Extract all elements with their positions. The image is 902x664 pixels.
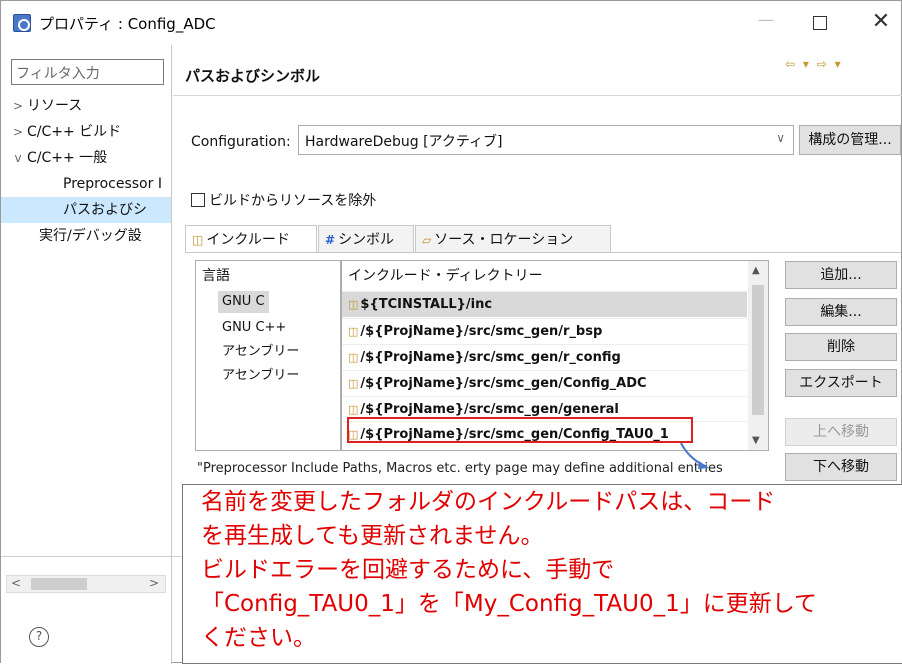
list-item[interactable]: GNU C — [218, 291, 269, 313]
annotation-text: 名前を変更したフォルダのインクルードパスは、コード を再生成しても更新されません… — [201, 489, 818, 651]
folder-icon: ◫ — [348, 351, 359, 364]
list-item[interactable]: ◫/${ProjName}/src/smc_gen/r_bsp — [342, 318, 747, 344]
move-up-button[interactable]: 上へ移動 — [785, 418, 897, 446]
list-item[interactable]: アセンブリー — [222, 365, 299, 387]
tree-item-label: 実行/デバッグ設 — [39, 228, 142, 244]
list-item[interactable]: ◫ ${TCINSTALL}/inc — [342, 291, 747, 317]
export-button[interactable]: エクスポート — [785, 369, 897, 397]
minimize-button[interactable]: — — [753, 10, 779, 34]
exclude-label: ビルドからリソースを除外 — [209, 193, 377, 209]
page-title: パスおよびシンボル — [185, 67, 321, 85]
delete-button[interactable]: 削除 — [785, 333, 897, 361]
scroll-up-icon[interactable]: ▲ — [752, 265, 760, 276]
title-bar: プロパティ : Config_ADC — ✕ — [1, 1, 901, 45]
tree-item-paths-symbols[interactable]: パスおよびシ — [1, 197, 171, 223]
move-down-button[interactable]: 下へ移動 — [785, 453, 897, 481]
configuration-select[interactable]: HardwareDebug [アクティブ] ∨ — [298, 125, 794, 155]
tree-item-label: リソース — [27, 98, 83, 114]
tab-label: ソース・ロケーション — [434, 232, 574, 248]
nav-arrows-icon[interactable]: ⇦ ▾ ⇨ ▾ — [785, 57, 843, 71]
dirs-header: インクルード・ディレクトリー — [348, 268, 543, 284]
tree-item-cc-build[interactable]: > C/C++ ビルド — [1, 119, 171, 145]
tree-item-cc-general[interactable]: v C/C++ 一般 — [1, 145, 171, 171]
scroll-thumb[interactable] — [31, 578, 87, 590]
dir-label: /${ProjName}/src/smc_gen/r_config — [360, 350, 621, 365]
scroll-right-icon[interactable]: > — [149, 576, 159, 590]
tree-item-label: C/C++ ビルド — [27, 124, 122, 140]
folder-icon: ◫ — [348, 377, 359, 390]
tab-source-location[interactable]: ▱ ソース・ロケーション — [415, 225, 611, 253]
folder-icon: ◫ — [348, 403, 359, 416]
properties-window: プロパティ : Config_ADC — ✕ フィルタ入力 > リソース > C/C… — [0, 0, 902, 664]
folder-icon: ◫ — [348, 298, 359, 311]
window-title: プロパティ : Config_ADC — [39, 15, 216, 33]
dir-label: /${ProjName}/src/smc_gen/general — [360, 402, 619, 417]
eclipse-app-icon — [13, 14, 31, 32]
dir-label: /${ProjName}/src/smc_gen/Config_ADC — [360, 376, 647, 391]
dir-label: ${TCINSTALL}/inc — [360, 297, 493, 312]
highlight-box — [347, 417, 693, 443]
tree-item-label: パスおよびシ — [63, 202, 147, 218]
folder-icon: ▱ — [422, 233, 432, 247]
manage-configurations-button[interactable]: 構成の管理... — [799, 125, 901, 155]
add-button[interactable]: 追加... — [785, 261, 897, 289]
tab-label: インクルード — [206, 232, 290, 248]
hash-icon: # — [325, 233, 336, 247]
dir-label: /${ProjName}/src/smc_gen/r_bsp — [360, 324, 603, 339]
maximize-button[interactable] — [813, 16, 827, 30]
annotation-callout: 名前を変更したフォルダのインクルードパスは、コード を再生成しても更新されません… — [182, 484, 902, 664]
chevron-down-icon: ∨ — [776, 131, 785, 145]
list-item[interactable]: GNU C++ — [222, 317, 286, 339]
list-item[interactable]: ◫/${ProjName}/src/smc_gen/r_config — [342, 344, 747, 370]
exclude-resource-checkbox[interactable]: ビルドからリソースを除外 — [191, 190, 376, 210]
languages-list[interactable]: 言語 GNU C GNU C++ アセンブリー アセンブリー — [195, 260, 341, 451]
close-button[interactable]: ✕ — [869, 9, 893, 35]
left-panel: フィルタ入力 > リソース > C/C++ ビルド v C/C++ 一般 Prepro… — [1, 45, 172, 664]
filter-input[interactable]: フィルタ入力 — [11, 59, 164, 85]
vertical-scrollbar[interactable]: ▲ ▼ — [748, 261, 768, 450]
help-icon[interactable]: ? — [29, 627, 49, 647]
tab-divider — [185, 252, 901, 253]
tree-item-label: C/C++ 一般 — [27, 150, 108, 166]
scroll-thumb[interactable] — [752, 285, 764, 415]
horizontal-scrollbar[interactable]: < > — [6, 575, 166, 593]
list-item[interactable]: ◫/${ProjName}/src/smc_gen/Config_ADC — [342, 370, 747, 396]
property-tree: > リソース > C/C++ ビルド v C/C++ 一般 Preprocessor … — [1, 93, 171, 249]
include-icon: ◫ — [192, 233, 204, 247]
info-note: "Preprocessor Include Paths, Macros etc.… — [197, 461, 723, 476]
checkbox-icon[interactable] — [191, 193, 205, 207]
tree-item-preprocessor[interactable]: Preprocessor I — [1, 171, 171, 197]
divider — [173, 95, 902, 96]
scroll-left-icon[interactable]: < — [11, 576, 21, 590]
list-item[interactable]: アセンブリー — [222, 341, 299, 363]
scroll-down-icon[interactable]: ▼ — [752, 435, 760, 446]
configuration-label: Configuration: — [191, 134, 291, 150]
tab-label: シンボル — [338, 232, 395, 248]
configuration-value: HardwareDebug [アクティブ] — [305, 134, 503, 150]
languages-header: 言語 — [202, 268, 230, 284]
tree-item-resource[interactable]: > リソース — [1, 93, 171, 119]
edit-button[interactable]: 編集... — [785, 298, 897, 326]
tree-item-run-debug[interactable]: 実行/デバッグ設 — [1, 223, 171, 249]
folder-icon: ◫ — [348, 325, 359, 338]
chevron-right-icon[interactable]: > — [9, 119, 27, 145]
tab-symbols[interactable]: # シンボル — [318, 225, 414, 253]
chevron-right-icon[interactable]: > — [9, 93, 27, 119]
tab-include[interactable]: ◫ インクルード — [185, 225, 317, 253]
tree-item-label: Preprocessor I — [63, 176, 162, 192]
chevron-down-icon[interactable]: v — [9, 145, 27, 171]
